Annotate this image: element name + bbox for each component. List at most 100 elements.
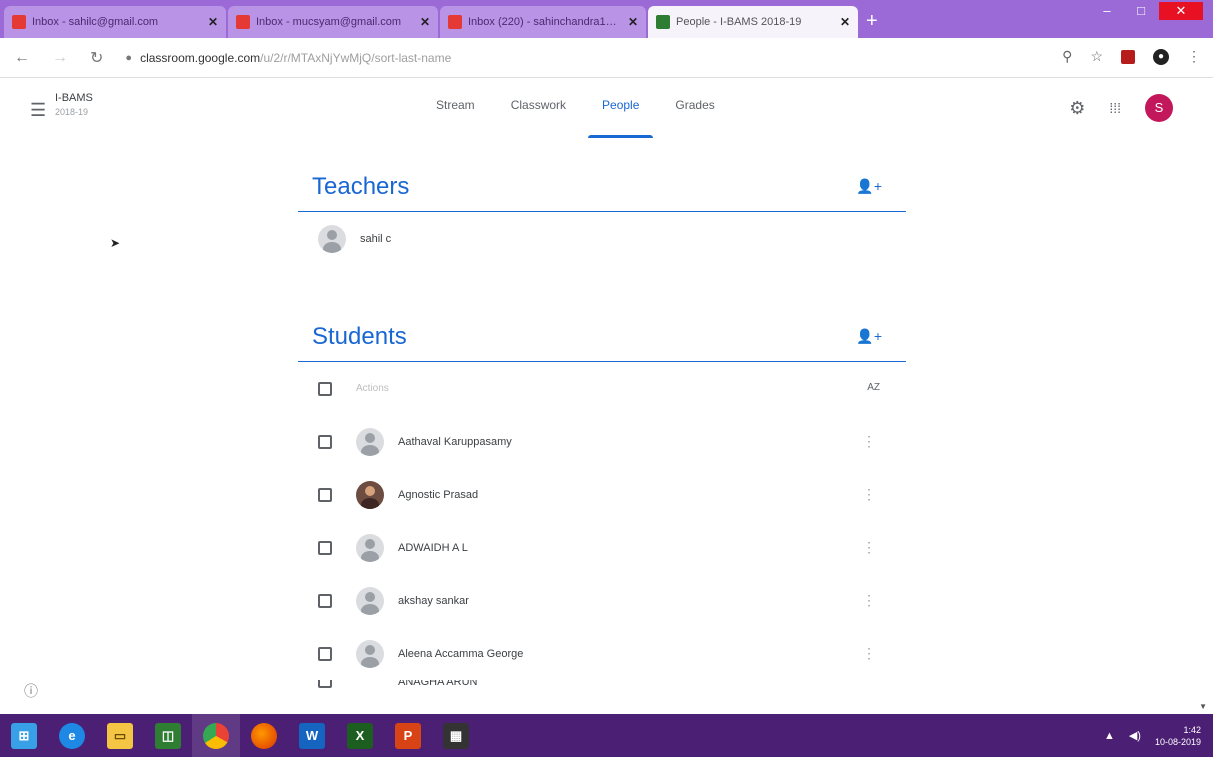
- close-window-button[interactable]: ✕: [1159, 2, 1203, 20]
- student-row[interactable]: ANAGHA ARUN: [298, 680, 906, 690]
- address-bar: ← → ↻ ● classroom.google.com/u/2/r/MTAxN…: [0, 38, 1213, 78]
- taskbar-calculator[interactable]: ▦: [432, 714, 480, 757]
- maximize-button[interactable]: □: [1125, 2, 1157, 20]
- forward-arrow-icon[interactable]: →: [52, 49, 68, 67]
- scroll-down-arrow-icon[interactable]: ▼: [1199, 702, 1207, 711]
- student-name: Aathaval Karuppasamy: [398, 435, 512, 448]
- select-all-checkbox[interactable]: [318, 381, 332, 396]
- tab-stream[interactable]: Stream: [436, 98, 475, 112]
- minimize-button[interactable]: –: [1091, 2, 1123, 20]
- tab-classwork[interactable]: Classwork: [511, 98, 566, 112]
- gmail-icon: [448, 15, 462, 29]
- help-icon[interactable]: ⓘ: [24, 681, 38, 701]
- tab-title: People - I-BAMS 2018-19: [676, 16, 802, 28]
- students-section: Students 👤+ Actions AZ Aathaval Karuppas…: [298, 312, 906, 690]
- invite-students-icon[interactable]: 👤+: [856, 328, 882, 345]
- close-tab-icon[interactable]: ✕: [420, 15, 430, 29]
- student-checkbox[interactable]: [318, 434, 332, 449]
- avatar: [356, 533, 384, 562]
- taskbar-powerpoint[interactable]: P: [384, 714, 432, 757]
- calculator-icon: ▦: [443, 722, 469, 749]
- clock[interactable]: 1:42 10-08-2019: [1155, 724, 1201, 748]
- avatar: [356, 639, 384, 668]
- start-button[interactable]: ⊞: [0, 714, 48, 757]
- class-section: 2018-19: [55, 107, 89, 117]
- student-checkbox[interactable]: [318, 593, 332, 608]
- browser-tab[interactable]: Inbox - sahilc@gmail.com ✕: [4, 6, 226, 38]
- network-icon[interactable]: ▲: [1104, 730, 1115, 742]
- close-tab-icon[interactable]: ✕: [840, 15, 850, 29]
- tab-grades[interactable]: Grades: [675, 98, 714, 112]
- taskbar-excel[interactable]: X: [336, 714, 384, 757]
- firefox-icon: [251, 722, 277, 749]
- profile-icon[interactable]: ●: [1153, 48, 1169, 65]
- avatar: [356, 586, 384, 615]
- avatar-photo: [356, 480, 384, 509]
- apps-grid-icon[interactable]: ⁞⁞⁞: [1109, 100, 1121, 116]
- students-title: Students: [312, 322, 407, 350]
- back-arrow-icon[interactable]: ←: [14, 49, 30, 67]
- internet-explorer-icon: e: [59, 722, 85, 749]
- menu-icon[interactable]: ☰: [30, 100, 46, 121]
- folder-icon: ▭: [107, 722, 133, 749]
- invite-teacher-icon[interactable]: 👤+: [856, 178, 882, 195]
- url-field[interactable]: classroom.google.com/u/2/r/MTAxNjYwMjQ/s…: [140, 51, 451, 65]
- tab-title: Inbox - mucsyam@gmail.com: [256, 16, 402, 28]
- students-header: Students 👤+: [298, 312, 906, 362]
- classroom-header: ☰ I-BAMS 2018-19 Stream Classwork People…: [0, 78, 1213, 142]
- student-row[interactable]: Agnostic Prasad ⋮: [298, 468, 906, 521]
- taskbar-ie[interactable]: e: [48, 714, 96, 757]
- actions-label[interactable]: Actions: [356, 383, 389, 394]
- student-row[interactable]: Aleena Accamma George ⋮: [298, 627, 906, 680]
- student-row[interactable]: ADWAIDH A L ⋮: [298, 521, 906, 574]
- class-name[interactable]: I-BAMS: [55, 92, 93, 104]
- more-options-icon[interactable]: ⋮: [862, 592, 876, 609]
- account-avatar[interactable]: S: [1145, 94, 1173, 122]
- url-host: classroom.google.com: [140, 50, 261, 65]
- settings-gear-icon[interactable]: ⚙: [1069, 98, 1085, 119]
- volume-icon[interactable]: ◀): [1129, 729, 1141, 742]
- word-icon: W: [299, 722, 325, 749]
- close-tab-icon[interactable]: ✕: [208, 15, 218, 29]
- teacher-row[interactable]: sahil c: [298, 212, 906, 265]
- browser-tab-strip: Inbox - sahilc@gmail.com ✕ Inbox - mucsy…: [0, 0, 1213, 38]
- avatar: [356, 427, 384, 456]
- more-options-icon[interactable]: ⋮: [862, 539, 876, 556]
- student-checkbox[interactable]: [318, 680, 332, 688]
- student-checkbox[interactable]: [318, 487, 332, 502]
- student-checkbox[interactable]: [318, 540, 332, 555]
- taskbar-file-explorer[interactable]: ▭: [96, 714, 144, 757]
- zoom-icon[interactable]: ⚲: [1062, 48, 1072, 65]
- browser-menu-icon[interactable]: ⋮: [1187, 48, 1201, 65]
- gmail-icon: [12, 15, 26, 29]
- extension-icon[interactable]: [1121, 49, 1135, 64]
- url-path: /u/2/r/MTAxNjYwMjQ/sort-last-name: [260, 50, 452, 65]
- student-row[interactable]: akshay sankar ⋮: [298, 574, 906, 627]
- tab-people[interactable]: People: [587, 98, 654, 138]
- close-tab-icon[interactable]: ✕: [628, 15, 638, 29]
- student-checkbox[interactable]: [318, 646, 332, 661]
- more-options-icon[interactable]: ⋮: [862, 645, 876, 662]
- taskbar-word[interactable]: W: [288, 714, 336, 757]
- student-name: akshay sankar: [398, 594, 469, 607]
- more-options-icon[interactable]: ⋮: [862, 486, 876, 503]
- browser-tab-active[interactable]: People - I-BAMS 2018-19 ✕: [648, 6, 858, 38]
- new-tab-button[interactable]: +: [866, 11, 878, 31]
- browser-tab[interactable]: Inbox (220) - sahinchandra1965 ✕: [440, 6, 646, 38]
- store-icon: ◫: [155, 722, 181, 749]
- taskbar-chrome[interactable]: [192, 714, 240, 757]
- student-row[interactable]: Aathaval Karuppasamy ⋮: [298, 415, 906, 468]
- browser-tab[interactable]: Inbox - mucsyam@gmail.com ✕: [228, 6, 438, 38]
- tab-title: Inbox - sahilc@gmail.com: [32, 16, 159, 28]
- clock-date: 10-08-2019: [1154, 736, 1201, 747]
- taskbar-firefox[interactable]: [240, 714, 288, 757]
- teachers-title: Teachers: [312, 172, 410, 200]
- avatar: [318, 224, 346, 253]
- taskbar-store[interactable]: ◫: [144, 714, 192, 757]
- more-options-icon[interactable]: ⋮: [862, 433, 876, 450]
- student-name: ANAGHA ARUN: [398, 680, 478, 688]
- sort-button[interactable]: AZ: [867, 382, 880, 393]
- students-toolbar: Actions AZ: [298, 362, 906, 415]
- bookmark-star-icon[interactable]: ☆: [1090, 48, 1103, 65]
- reload-icon[interactable]: ↻: [90, 48, 103, 68]
